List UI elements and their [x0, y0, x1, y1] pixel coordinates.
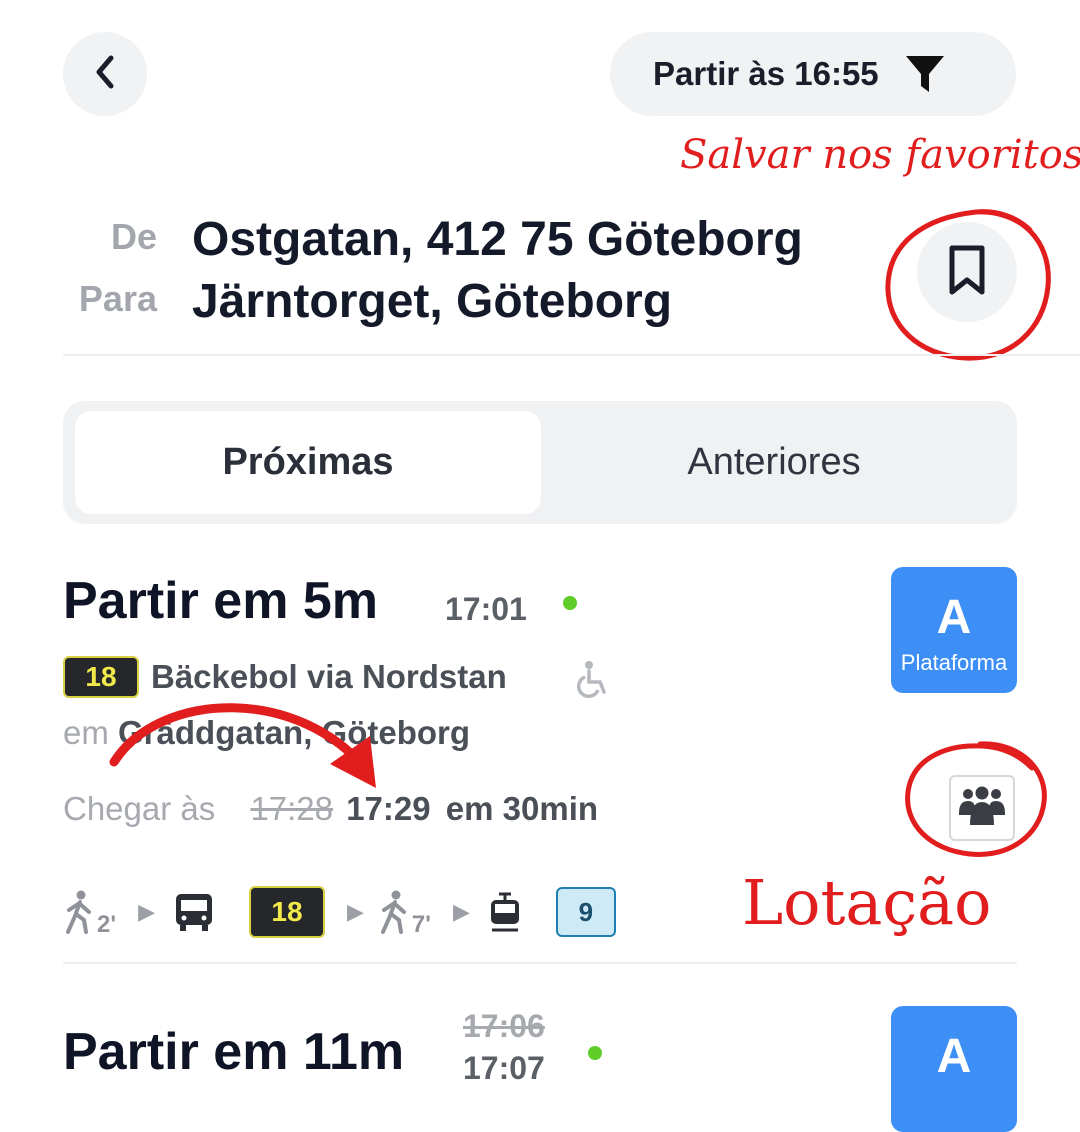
depart-time-label: Partir às 16:55: [653, 55, 879, 92]
tab-proximas[interactable]: Próximas: [75, 411, 541, 514]
annotation-circle-bookmark: [885, 209, 1051, 361]
trip-title: Partir em 11m: [63, 1023, 405, 1081]
divider: [63, 962, 1017, 964]
to-value: Järntorget, Göteborg: [192, 275, 673, 328]
annotation-arrow: [109, 703, 376, 788]
annotation-crowding: Lotação: [742, 866, 992, 939]
live-status-dot: [588, 1046, 602, 1060]
from-value: Ostgatan, 412 75 Göteborg: [192, 213, 803, 266]
annotation-favorites: Salvar nos favoritos: [680, 132, 1080, 178]
walk-duration: 2': [97, 911, 117, 938]
walk-icon: [378, 890, 412, 934]
wheelchair-icon: [576, 660, 610, 703]
depart-time-old: 17:06: [463, 1008, 545, 1044]
bus-line-badge: 18: [248, 886, 325, 938]
walk-duration: 7': [411, 911, 431, 938]
platform-word: Plataforma: [900, 650, 1008, 675]
tab-bar: Próximas Anteriores: [63, 401, 1017, 524]
divider: [63, 354, 1080, 356]
chevron-right-icon: ▶: [452, 899, 470, 924]
platform-letter: A: [936, 1030, 972, 1083]
chevron-right-icon: ▶: [138, 899, 155, 924]
trip-legs: 2' ▶ 18 ▶ 7' ▶ 9: [63, 884, 616, 940]
platform-badge: A: [891, 1006, 1017, 1132]
platform-badge: A Plataforma: [891, 567, 1017, 693]
platform-letter: A: [936, 591, 972, 644]
walk-icon: [63, 890, 97, 934]
chevron-left-icon: [91, 52, 119, 97]
depart-time-new: 17:07: [463, 1050, 545, 1086]
live-status-dot: [563, 596, 577, 610]
trip-duration: em 30min: [445, 790, 599, 827]
bus-icon: [173, 892, 215, 932]
trip-title: Partir em 5m: [63, 572, 379, 630]
to-label: Para: [78, 278, 157, 319]
depart-time-filter-button[interactable]: Partir às 16:55: [610, 32, 1016, 116]
tram-icon: [488, 892, 522, 932]
depart-time: 17:01: [445, 591, 527, 627]
annotation-circle-crowd: [905, 741, 1047, 857]
tram-line-badge: 9: [555, 887, 616, 937]
tab-anteriores[interactable]: Anteriores: [541, 411, 1007, 514]
filter-icon: [903, 52, 947, 96]
back-button[interactable]: [63, 32, 147, 116]
chevron-right-icon: ▶: [346, 899, 364, 924]
from-label: De: [110, 216, 157, 257]
